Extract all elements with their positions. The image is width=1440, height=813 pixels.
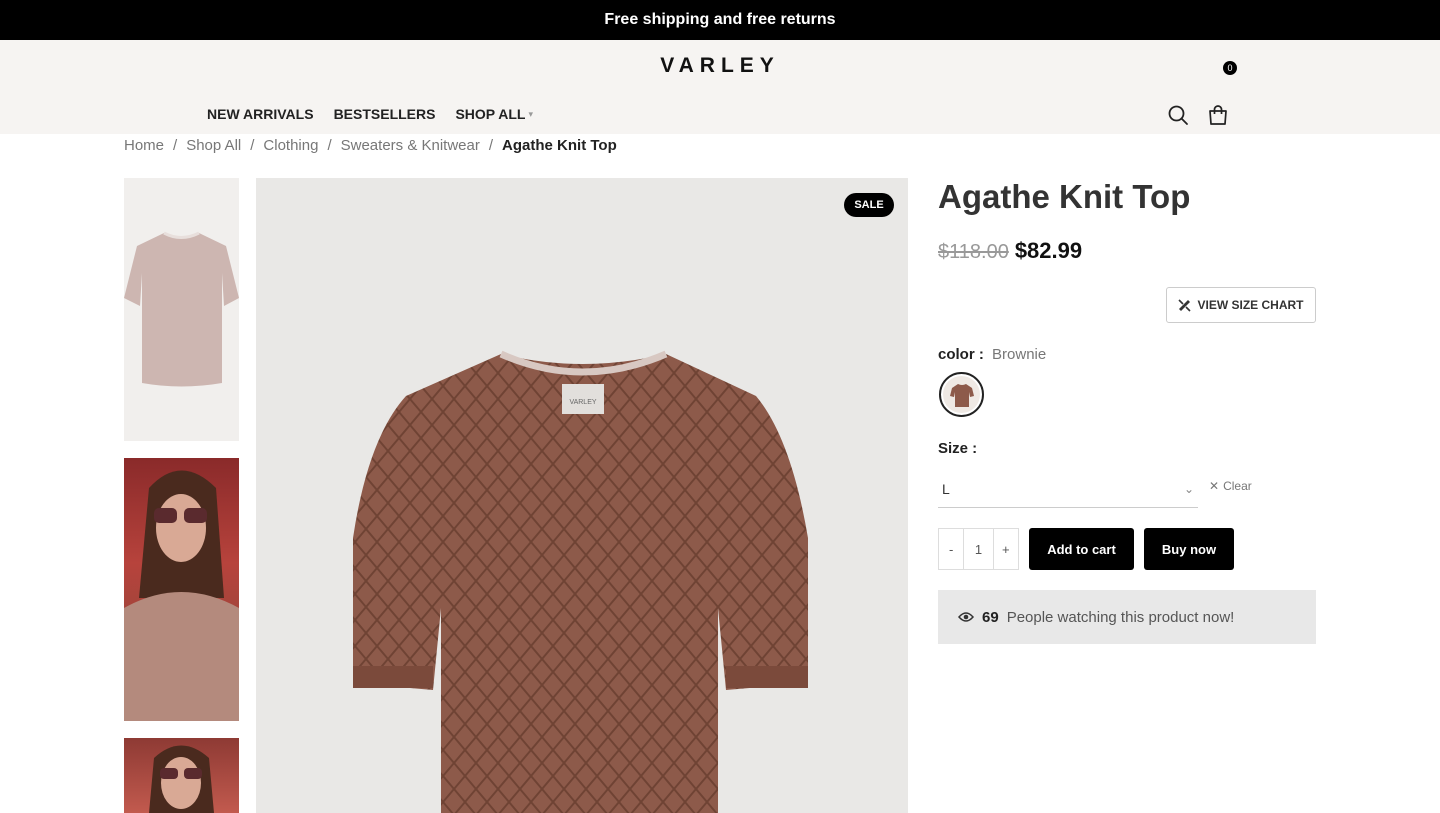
product-thumbnail-2[interactable]	[124, 458, 239, 721]
sweater-main-image: VARLEY	[353, 350, 808, 813]
watchers-count: 69	[982, 608, 999, 626]
color-label: color :	[938, 346, 984, 363]
site-header: VARLEY NEW ARRIVALS BESTSELLERS SHOP ALL…	[0, 40, 1440, 134]
sale-price: $82.99	[1014, 238, 1083, 263]
size-select-value: L	[942, 480, 950, 497]
ruler-icon	[1178, 298, 1192, 312]
breadcrumb-separator: /	[173, 137, 178, 154]
cart-count-badge: 0	[1223, 61, 1237, 75]
view-size-chart-button[interactable]: VIEW SIZE CHART	[1166, 287, 1316, 323]
size-select[interactable]: L ⌄	[938, 470, 1198, 508]
add-to-cart-button[interactable]: Add to cart	[1029, 528, 1134, 570]
shopping-bag-icon[interactable]	[1207, 104, 1229, 126]
product-thumbnail-1[interactable]	[124, 178, 239, 441]
breadcrumb-separator: /	[488, 137, 494, 154]
quantity-decrease-button[interactable]: -	[939, 542, 963, 557]
quantity-input[interactable]: 1	[963, 529, 994, 569]
main-nav: NEW ARRIVALS BESTSELLERS SHOP ALL ▾	[207, 106, 533, 122]
sale-badge: SALE	[844, 193, 894, 217]
color-row: color : Brownie	[938, 346, 1046, 363]
model-thumbnail-image	[124, 470, 239, 721]
color-value: Brownie	[992, 346, 1047, 363]
sweater-thumbnail-image	[124, 231, 239, 387]
nav-item-shop-all-label: SHOP ALL	[455, 106, 526, 122]
swatch-image	[943, 376, 980, 413]
product-thumbnail-3[interactable]	[124, 738, 239, 813]
model-thumbnail-image-2	[149, 745, 214, 813]
breadcrumb-separator: /	[327, 137, 332, 154]
close-icon: ✕	[1209, 479, 1220, 493]
buy-now-button[interactable]: Buy now	[1144, 528, 1234, 570]
breadcrumb-shop-all[interactable]: Shop All	[186, 137, 241, 154]
nav-item-shop-all[interactable]: SHOP ALL ▾	[455, 106, 533, 122]
clear-label: Clear	[1223, 479, 1252, 493]
breadcrumb-clothing[interactable]: Clothing	[263, 137, 318, 154]
chevron-down-icon: ▾	[528, 108, 534, 119]
watchers-notice: 69 People watching this product now!	[938, 590, 1316, 644]
product-price: $118.00 $82.99	[938, 238, 1082, 264]
main-product-image[interactable]: VARLEY	[256, 178, 908, 813]
breadcrumb-sweaters[interactable]: Sweaters & Knitwear	[341, 137, 480, 154]
nav-item-new-arrivals[interactable]: NEW ARRIVALS	[207, 106, 314, 122]
original-price: $118.00	[938, 241, 1009, 263]
color-swatch-brownie[interactable]	[939, 372, 984, 417]
watchers-text: People watching this product now!	[1006, 608, 1235, 626]
eye-icon	[958, 612, 974, 622]
chevron-down-icon: ⌄	[1183, 481, 1194, 496]
product-title: Agathe Knit Top	[938, 178, 1191, 215]
quantity-stepper: - 1 +	[938, 528, 1019, 570]
main-image-label-tag: VARLEY	[569, 399, 596, 406]
breadcrumb: Home / Shop All / Clothing / Sweaters & …	[124, 137, 617, 154]
announcement-bar: Free shipping and free returns	[0, 0, 1440, 40]
search-icon[interactable]	[1167, 104, 1189, 126]
swatch-sweater-thumbnail	[949, 383, 974, 407]
clear-selection-link[interactable]: ✕ Clear	[1209, 479, 1252, 493]
size-chart-label: VIEW SIZE CHART	[1197, 298, 1304, 312]
breadcrumb-separator: /	[250, 137, 255, 154]
announcement-text: Free shipping and free returns	[604, 11, 836, 28]
size-label: Size :	[938, 440, 978, 457]
breadcrumb-current: Agathe Knit Top	[502, 137, 617, 154]
quantity-increase-button[interactable]: +	[994, 542, 1018, 557]
nav-item-bestsellers[interactable]: BESTSELLERS	[334, 106, 436, 122]
breadcrumb-home[interactable]: Home	[124, 137, 164, 154]
